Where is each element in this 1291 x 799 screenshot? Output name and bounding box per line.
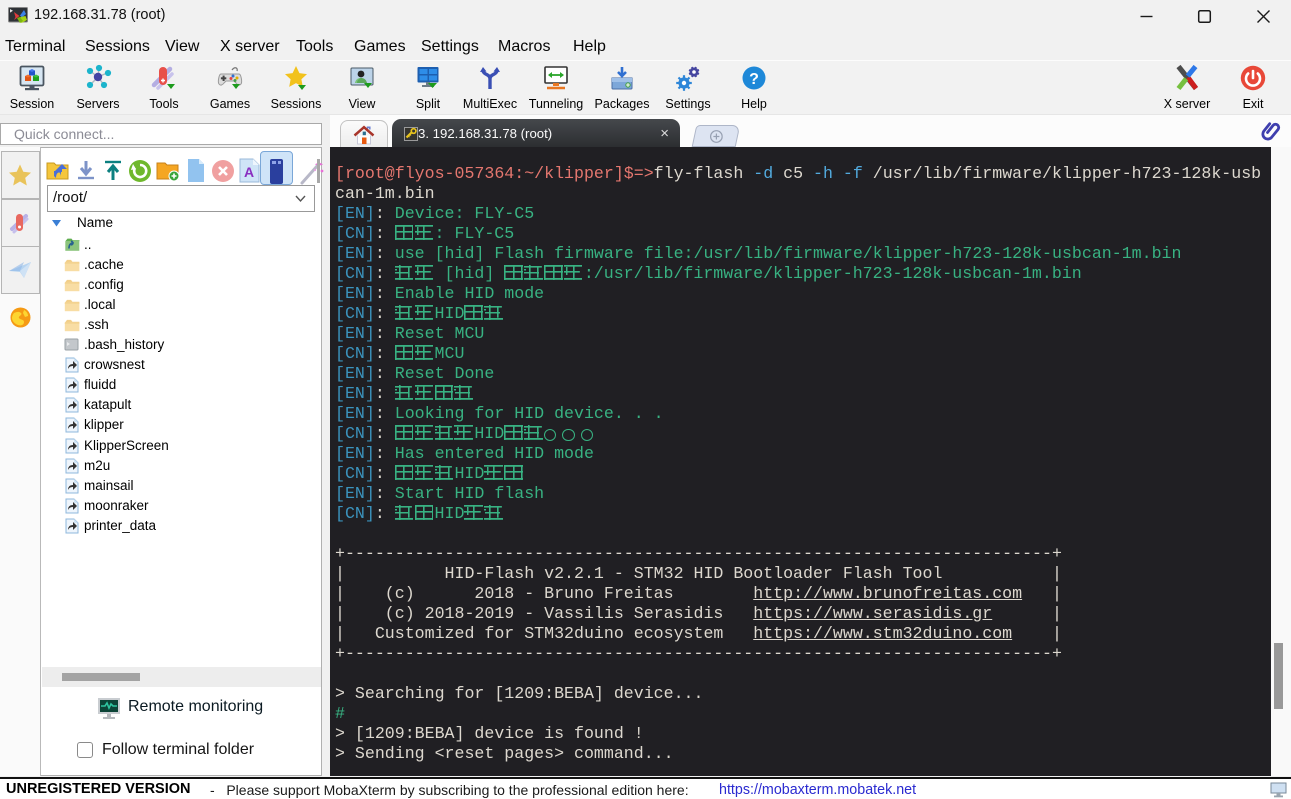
svg-text:A: A: [244, 164, 254, 180]
svg-text:?: ?: [749, 71, 759, 88]
